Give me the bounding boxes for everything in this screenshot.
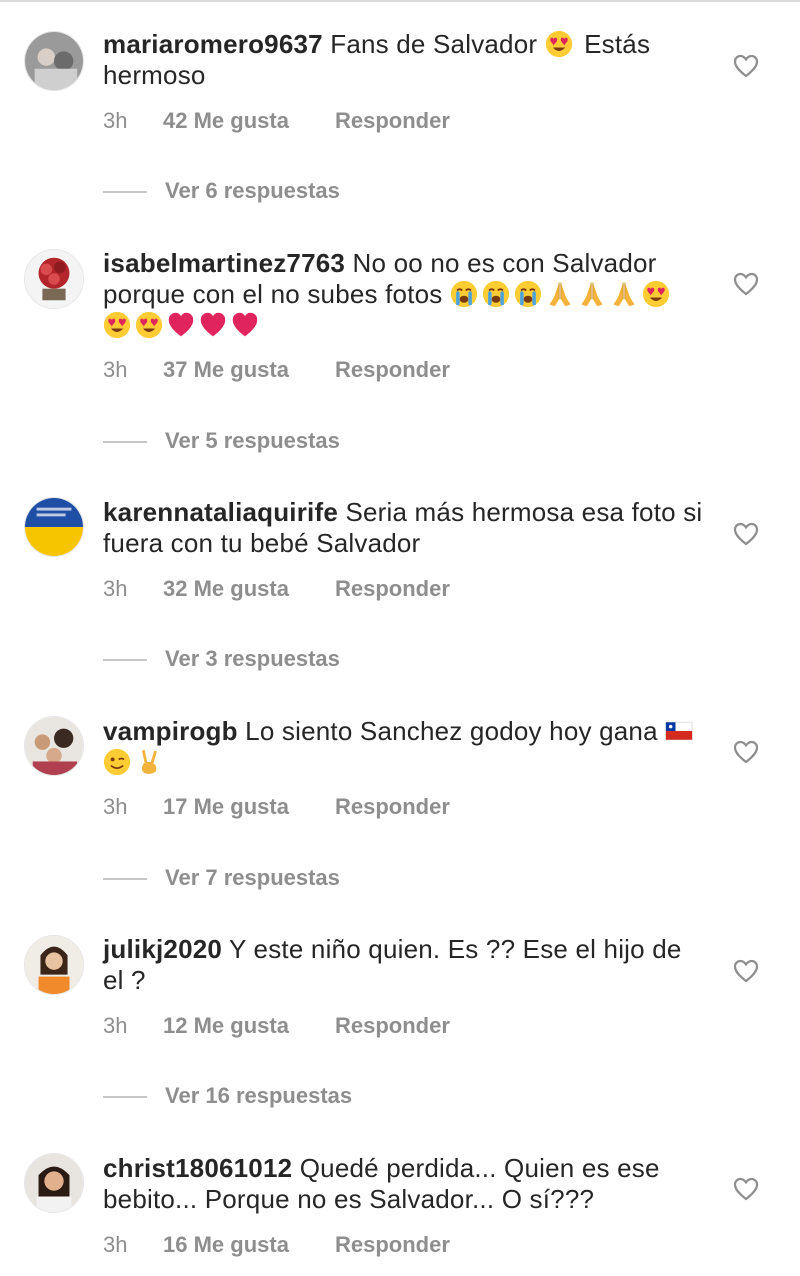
replies-divider [103, 1096, 147, 1099]
comment-username[interactable]: karennataliaquirife [103, 497, 338, 527]
comment-meta: 3h 37 Me gusta Responder [103, 357, 450, 383]
avatar[interactable] [24, 497, 84, 557]
replies-divider [103, 659, 147, 662]
comment-text: isabelmartinez7763 No oo no es con Salva… [103, 248, 703, 341]
comment-username[interactable]: isabelmartinez7763 [103, 248, 345, 278]
comment-username[interactable]: mariaromero9637 [103, 29, 323, 59]
heart-outline-icon[interactable] [733, 272, 759, 296]
heart-outline-icon[interactable] [733, 959, 759, 983]
comment-username[interactable]: vampirogb [103, 716, 238, 746]
praying-hands-emoji [578, 280, 606, 308]
view-replies-button[interactable]: Ver 16 respuestas [103, 1083, 352, 1109]
heart-eyes-emoji [103, 311, 131, 339]
avatar[interactable] [24, 31, 84, 91]
reply-button[interactable]: Responder [335, 1013, 450, 1039]
heart-outline-icon[interactable] [733, 740, 759, 764]
crying-emoji [514, 280, 542, 308]
comment-likes[interactable]: 16 Me gusta [163, 1232, 335, 1258]
view-replies-label: Ver 6 respuestas [165, 178, 340, 203]
view-replies-button[interactable]: Ver 6 respuestas [103, 178, 340, 204]
view-replies-label: Ver 5 respuestas [165, 428, 340, 453]
avatar[interactable] [24, 1153, 84, 1213]
heart-eyes-emoji [135, 311, 163, 339]
comment-meta: 3h 16 Me gusta Responder [103, 1232, 450, 1258]
comment-text: karennataliaquirife Seria más hermosa es… [103, 497, 703, 559]
comment-username[interactable]: christ18061012 [103, 1153, 292, 1183]
comment-time: 3h [103, 1013, 128, 1038]
avatar[interactable] [24, 249, 84, 309]
crying-emoji [482, 280, 510, 308]
view-replies-button[interactable]: Ver 7 respuestas [103, 865, 340, 891]
comment-body: Fans de Salvador [330, 29, 538, 59]
comment-meta: 3h 12 Me gusta Responder [103, 1013, 450, 1039]
comment-meta: 3h 17 Me gusta Responder [103, 794, 450, 820]
top-divider [0, 0, 800, 2]
comment-body: Lo siento Sanchez godoy hoy gana [245, 716, 658, 746]
comment-text: julikj2020 Y este niño quien. Es ?? Ese … [103, 934, 703, 996]
comment-username[interactable]: julikj2020 [103, 934, 222, 964]
comment-likes[interactable]: 32 Me gusta [163, 576, 335, 602]
heart-eyes-emoji [642, 280, 670, 308]
replies-divider [103, 878, 147, 881]
comment-text: mariaromero9637 Fans de Salvador Estás h… [103, 29, 703, 91]
victory-hand-emoji [135, 748, 163, 776]
reply-button[interactable]: Responder [335, 108, 450, 134]
comment-likes[interactable]: 42 Me gusta [163, 108, 335, 134]
reply-button[interactable]: Responder [335, 1232, 450, 1258]
comment-time: 3h [103, 576, 128, 601]
praying-hands-emoji [610, 280, 638, 308]
comment-meta: 3h 32 Me gusta Responder [103, 576, 450, 602]
reply-button[interactable]: Responder [335, 357, 450, 383]
chile-flag-emoji [665, 717, 693, 745]
view-replies-label: Ver 7 respuestas [165, 865, 340, 890]
comment-likes[interactable]: 17 Me gusta [163, 794, 335, 820]
red-heart-emoji [199, 311, 227, 339]
comment-time: 3h [103, 794, 128, 819]
heart-eyes-emoji [545, 30, 573, 58]
heart-outline-icon[interactable] [733, 522, 759, 546]
comment-time: 3h [103, 1232, 128, 1257]
avatar[interactable] [24, 716, 84, 776]
reply-button[interactable]: Responder [335, 794, 450, 820]
red-heart-emoji [231, 311, 259, 339]
view-replies-button[interactable]: Ver 3 respuestas [103, 646, 340, 672]
reply-button[interactable]: Responder [335, 576, 450, 602]
replies-divider [103, 441, 147, 444]
comment-text: christ18061012 Quedé perdida... Quien es… [103, 1153, 703, 1215]
view-replies-label: Ver 3 respuestas [165, 646, 340, 671]
praying-hands-emoji [546, 280, 574, 308]
comment-text: vampirogb Lo siento Sanchez godoy hoy ga… [103, 716, 703, 778]
comment-time: 3h [103, 108, 128, 133]
view-replies-button[interactable]: Ver 5 respuestas [103, 428, 340, 454]
avatar[interactable] [24, 935, 84, 995]
comment-time: 3h [103, 357, 128, 382]
winking-face-emoji [103, 748, 131, 776]
view-replies-label: Ver 16 respuestas [165, 1083, 353, 1108]
heart-outline-icon[interactable] [733, 54, 759, 78]
replies-divider [103, 191, 147, 194]
red-heart-emoji [167, 311, 195, 339]
heart-outline-icon[interactable] [733, 1177, 759, 1201]
comment-meta: 3h 42 Me gusta Responder [103, 108, 450, 134]
comment-likes[interactable]: 37 Me gusta [163, 357, 335, 383]
comment-likes[interactable]: 12 Me gusta [163, 1013, 335, 1039]
crying-emoji [450, 280, 478, 308]
